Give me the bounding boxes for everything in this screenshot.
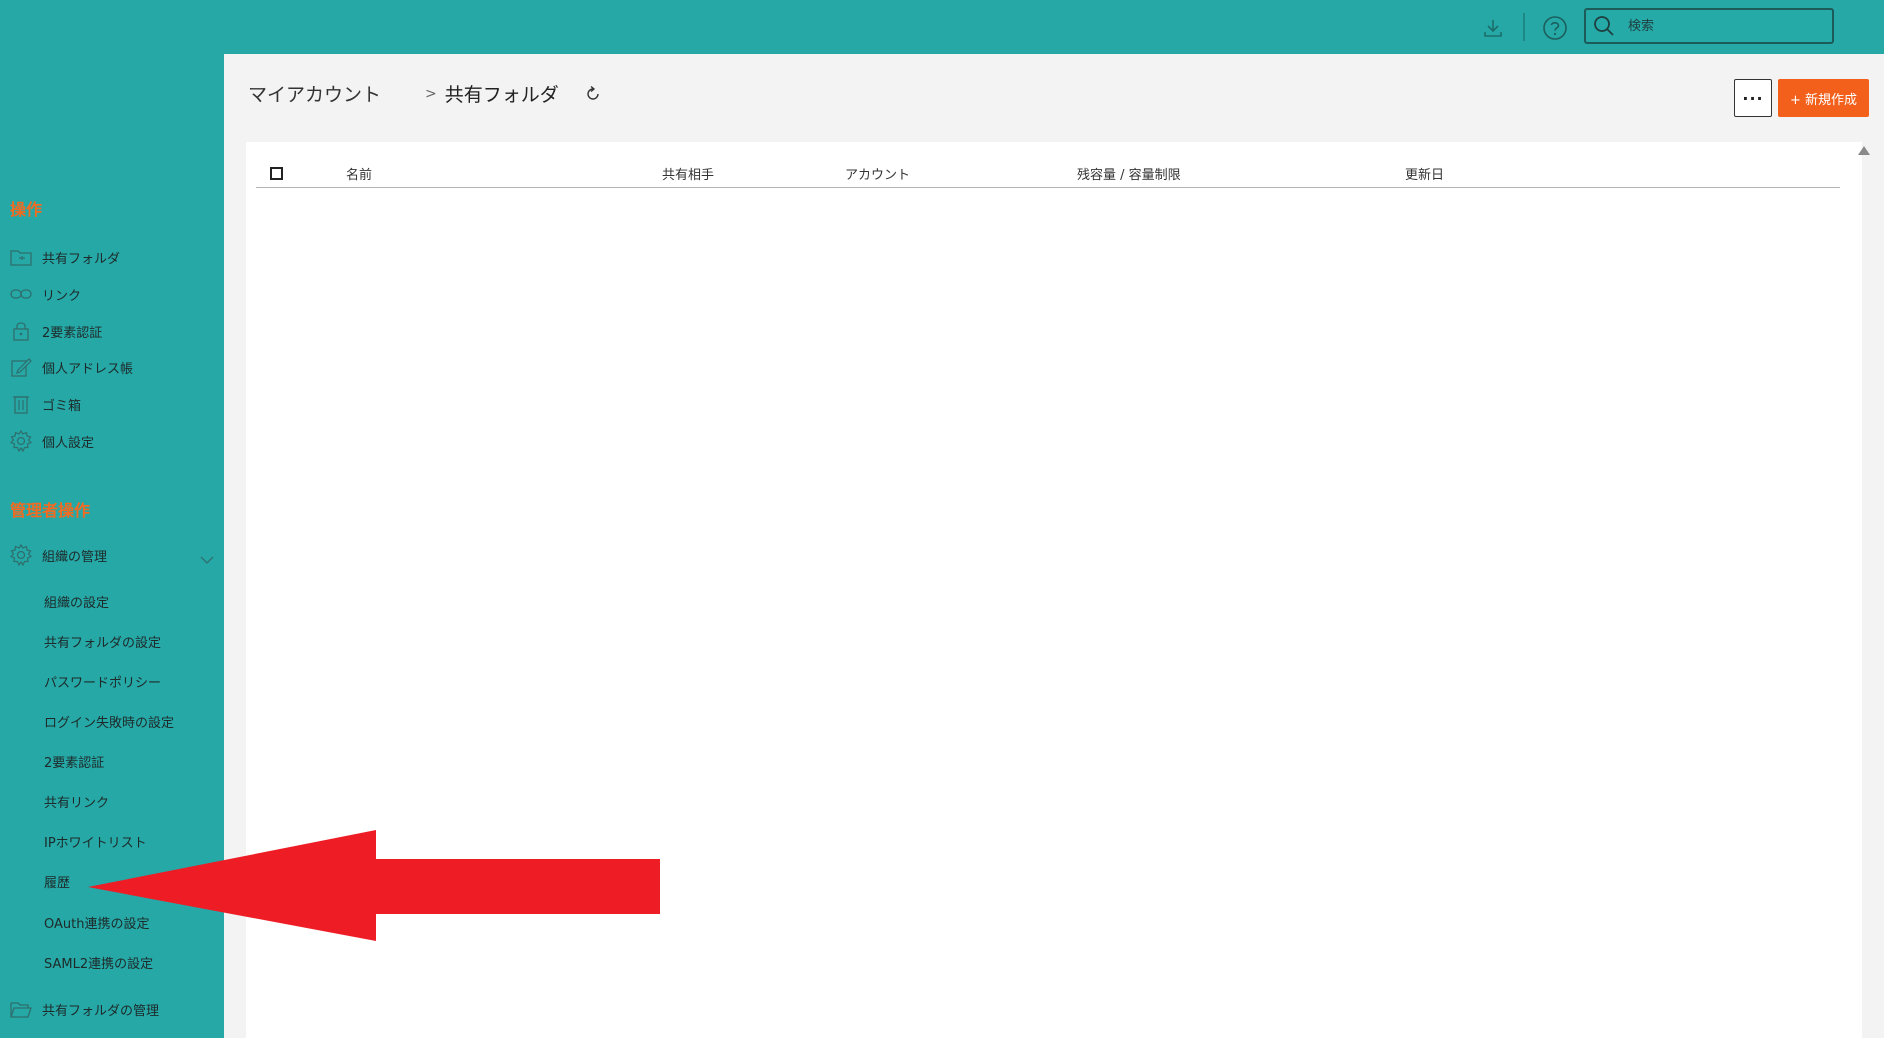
sidebar-item-label: 共有フォルダの管理 [42, 1003, 160, 1019]
sidebar-item-personal-settings[interactable]: 個人設定 [10, 428, 94, 454]
top-divider [1523, 13, 1525, 41]
gear-icon [10, 430, 32, 452]
sidebar-item-trash[interactable]: ゴミ箱 [10, 391, 81, 417]
sidebar-subitem-shared-folder-settings[interactable]: 共有フォルダの設定 [44, 629, 161, 653]
sidebar-item-shared-folder-admin[interactable]: 共有フォルダの管理 [10, 996, 159, 1022]
breadcrumb-root[interactable]: マイアカウント [248, 80, 381, 107]
sidebar-item-label: 個人設定 [42, 435, 95, 451]
section-title-admin: 管理者操作 [10, 501, 91, 520]
annotation-arrow-icon [88, 830, 660, 941]
scroll-up-arrow-icon[interactable] [1858, 146, 1870, 155]
sidebar-item-label: 2要素認証 [42, 325, 103, 341]
sidebar-subitem-password-policy[interactable]: パスワードポリシー [44, 669, 161, 693]
column-header-shared-with[interactable]: 共有相手 [662, 164, 714, 183]
chevron-down-icon[interactable] [200, 550, 214, 569]
section-title-operations: 操作 [10, 200, 43, 219]
sidebar-item-label: 個人アドレス帳 [42, 361, 134, 377]
refresh-icon[interactable] [583, 84, 603, 104]
column-header-account[interactable]: アカウント [845, 164, 910, 183]
top-bar [0, 0, 1884, 54]
sidebar-item-label: ゴミ箱 [42, 398, 82, 414]
sidebar-item-label: リンク [42, 288, 82, 304]
search-icon [1592, 14, 1616, 42]
gear-icon [10, 544, 32, 566]
download-icon[interactable] [1478, 13, 1508, 43]
breadcrumb: マイアカウント > 共有フォルダ [248, 80, 603, 107]
sidebar-subitem-history[interactable]: 履歴 [44, 869, 70, 893]
sidebar-item-org-management[interactable]: 組織の管理 [10, 542, 107, 568]
sidebar-item-2fa[interactable]: 2要素認証 [10, 318, 102, 344]
sidebar-item-label: 組織の管理 [42, 549, 108, 565]
sidebar-subitem-saml2[interactable]: SAML2連携の設定 [44, 950, 153, 974]
sidebar-item-shared-folder[interactable]: 共有フォルダ [10, 244, 120, 270]
breadcrumb-current: 共有フォルダ [444, 84, 559, 106]
search-box[interactable] [1584, 8, 1834, 44]
edit-icon [10, 356, 32, 378]
help-icon[interactable] [1540, 13, 1570, 43]
sidebar-subitem-login-failure[interactable]: ログイン失敗時の設定 [44, 709, 174, 733]
sidebar-item-label: 共有フォルダ [42, 251, 121, 267]
more-options-button[interactable]: ··· [1734, 79, 1772, 117]
sidebar-subitem-org-settings[interactable]: 組織の設定 [44, 589, 109, 613]
sidebar-item-link[interactable]: リンク [10, 281, 81, 307]
folder-icon [10, 246, 32, 268]
new-create-button[interactable]: + 新規作成 [1778, 79, 1869, 117]
sidebar-item-address-book[interactable]: 個人アドレス帳 [10, 354, 133, 380]
breadcrumb-separator: > [425, 85, 437, 102]
lock-icon [10, 320, 32, 342]
search-input[interactable] [1628, 16, 1824, 36]
folder-open-icon [10, 998, 32, 1020]
column-header-name[interactable]: 名前 [346, 164, 372, 183]
table-header: 名前 共有相手 アカウント 残容量 / 容量制限 更新日 [256, 158, 1840, 188]
column-header-capacity[interactable]: 残容量 / 容量制限 [1077, 164, 1181, 183]
sidebar-subitem-2fa[interactable]: 2要素認証 [44, 749, 104, 773]
trash-icon [10, 393, 32, 415]
link-icon [10, 283, 32, 305]
column-header-updated[interactable]: 更新日 [1405, 164, 1444, 183]
select-all-checkbox[interactable] [270, 167, 283, 180]
sidebar-subitem-shared-link[interactable]: 共有リンク [44, 789, 109, 813]
